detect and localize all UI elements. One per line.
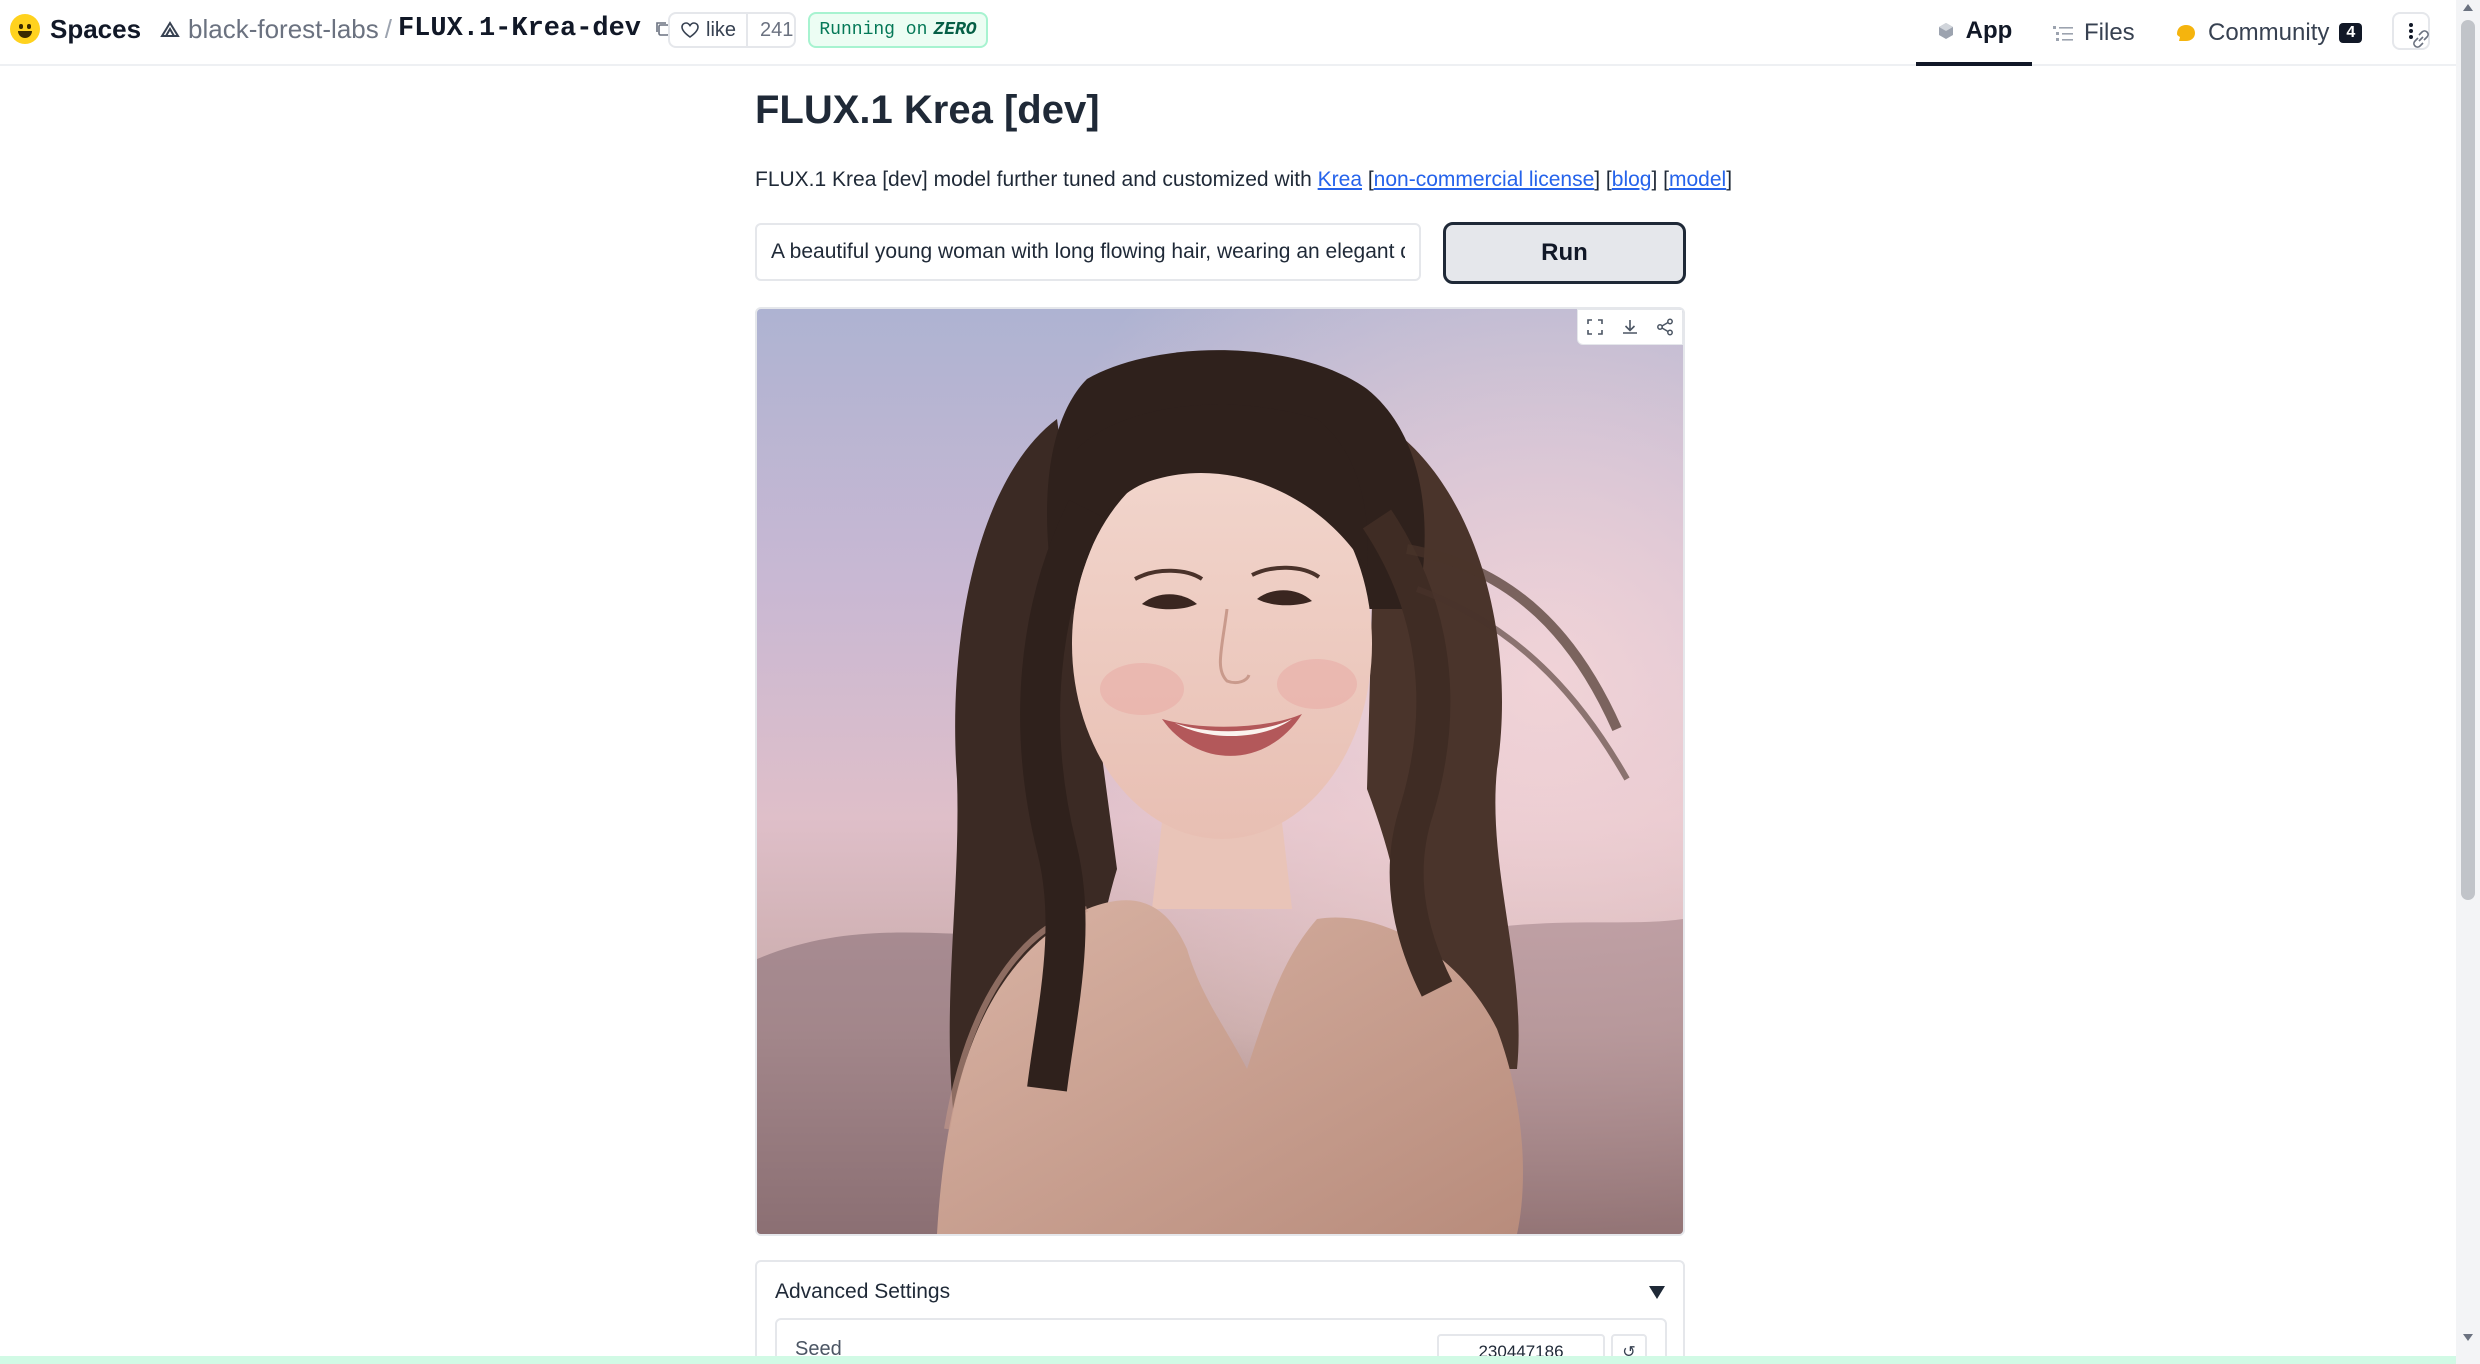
fullscreen-icon[interactable] <box>1585 317 1605 337</box>
like-button[interactable]: like 241 <box>668 12 796 48</box>
heart-icon <box>681 22 699 38</box>
scroll-up-icon[interactable] <box>2463 4 2473 11</box>
blog-link[interactable]: blog <box>1612 168 1652 191</box>
org-icon <box>160 21 180 37</box>
community-count-badge: 4 <box>2339 23 2363 43</box>
tab-community-label: Community <box>2208 19 2330 46</box>
bottom-status-strip <box>0 1356 2456 1364</box>
breadcrumb-separator: / <box>384 13 392 44</box>
generated-image[interactable] <box>755 307 1685 1236</box>
spaces-brand[interactable]: Spaces <box>10 12 141 46</box>
advanced-settings-label: Advanced Settings <box>775 1280 951 1303</box>
generated-image-picture <box>757 309 1683 1234</box>
page-scrollbar[interactable] <box>2456 0 2480 1364</box>
scroll-thumb[interactable] <box>2461 20 2475 900</box>
files-icon <box>2053 26 2073 41</box>
repo-breadcrumb: black-forest-labs / FLUX.1-Krea-dev <box>160 12 673 46</box>
repo-name-link[interactable]: FLUX.1-Krea-dev <box>398 14 641 44</box>
like-toggle[interactable]: like <box>670 14 746 46</box>
top-header: Spaces black-forest-labs / FLUX.1-Krea-d… <box>0 0 2456 66</box>
tab-files[interactable]: Files <box>2052 0 2135 66</box>
license-link[interactable]: non-commercial license <box>1374 168 1595 191</box>
tab-app[interactable]: App <box>1916 0 2032 66</box>
tab-app-label: App <box>1965 17 2013 44</box>
download-icon[interactable] <box>1620 317 1640 337</box>
running-status-badge[interactable]: Running on ZERO <box>808 12 988 48</box>
chevron-down-icon[interactable] <box>1649 1286 1665 1299</box>
page-description: FLUX.1 Krea [dev] model further tuned an… <box>755 168 1733 191</box>
share-icon[interactable] <box>1655 317 1675 337</box>
model-link[interactable]: model <box>1669 168 1726 191</box>
prompt-input[interactable] <box>755 223 1421 281</box>
community-icon <box>2177 25 2195 41</box>
running-prefix: Running on <box>819 20 928 40</box>
org-link[interactable]: black-forest-labs <box>188 14 379 45</box>
scroll-down-icon[interactable] <box>2463 1334 2473 1341</box>
run-button[interactable]: Run <box>1443 222 1686 284</box>
link-icon[interactable] <box>2410 28 2432 50</box>
running-hardware: ZERO <box>933 20 977 40</box>
image-toolbar <box>1577 309 1683 345</box>
tab-community[interactable]: Community 4 <box>2174 0 2363 66</box>
hf-logo-icon <box>10 14 40 44</box>
like-count[interactable]: 241 <box>746 14 794 46</box>
like-label: like <box>706 18 737 41</box>
krea-link[interactable]: Krea <box>1318 168 1362 191</box>
page-title: FLUX.1 Krea [dev] <box>755 88 1100 132</box>
advanced-settings-accordion[interactable]: Advanced Settings Seed ↺ <box>755 1260 1685 1364</box>
tab-files-label: Files <box>2084 19 2135 46</box>
app-cube-icon <box>1938 23 1953 39</box>
description-text: FLUX.1 Krea [dev] model further tuned an… <box>755 168 1312 191</box>
brand-label: Spaces <box>50 13 142 44</box>
